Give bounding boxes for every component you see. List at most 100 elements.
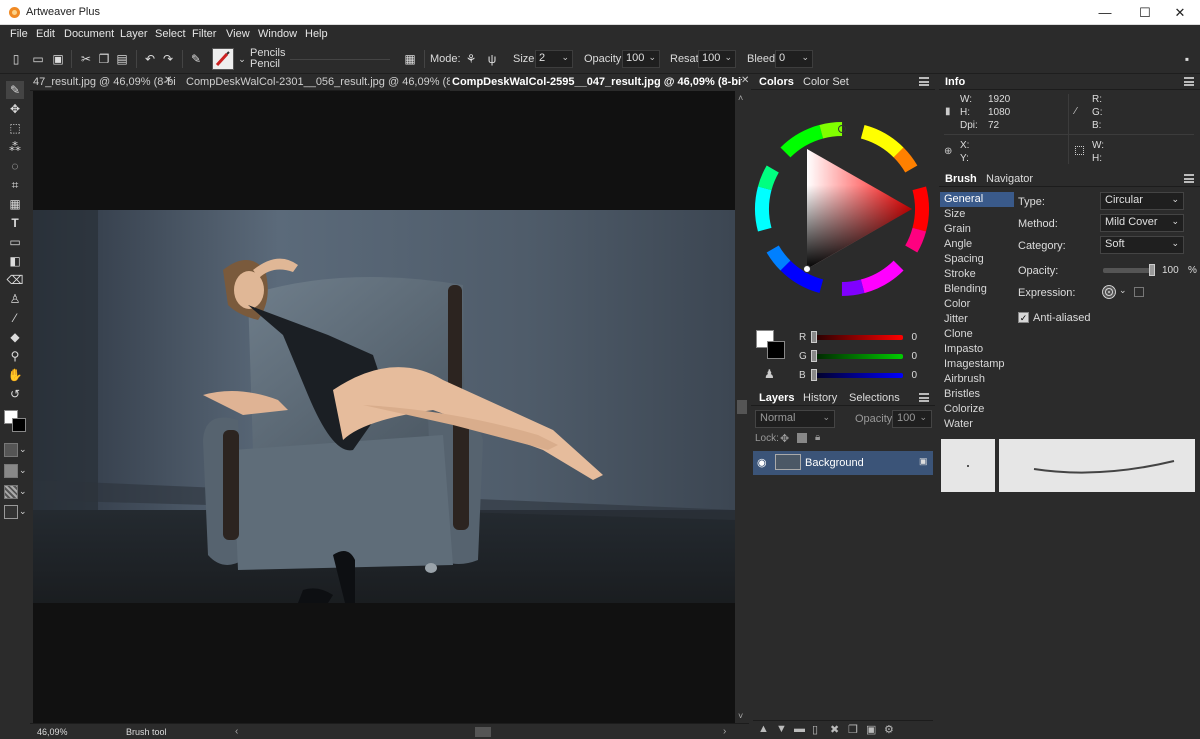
antialiased-checkbox[interactable]: ✓ (1018, 312, 1029, 323)
image-mode-icon[interactable] (4, 505, 18, 519)
hand-icon[interactable]: ✋ (6, 366, 24, 384)
rect-select-icon[interactable]: ⬚ (6, 119, 24, 137)
background-color-swatch[interactable] (12, 418, 26, 432)
brush-category-colorize[interactable]: Colorize (940, 402, 1014, 417)
layer-settings-icon[interactable]: ⚙ (884, 723, 894, 736)
undo-icon[interactable]: ↶ (142, 51, 158, 67)
new-folder-icon[interactable]: ▬ (794, 723, 805, 735)
expression-pen-icon[interactable] (1102, 285, 1116, 299)
brush-category-stroke[interactable]: Stroke (940, 267, 1014, 282)
tab-history[interactable]: History (803, 392, 837, 404)
brush-category-spacing[interactable]: Spacing (940, 252, 1014, 267)
panel-menu-icon[interactable] (1184, 174, 1194, 183)
new-file-icon[interactable]: ▯ (8, 51, 24, 67)
grid-icon[interactable]: ▦ (6, 195, 24, 213)
chevron-down-icon[interactable]: ⌄ (19, 465, 27, 476)
tab-document-1[interactable]: 47_result.jpg @ 46,09% (8-bit) (33, 74, 175, 91)
brush-icon[interactable]: ✎ (6, 81, 24, 99)
brush-category-size[interactable]: Size (940, 207, 1014, 222)
text-icon[interactable]: T (6, 214, 24, 232)
layer-opacity-select[interactable]: 100 ⌄ (892, 410, 932, 428)
menu-file[interactable]: File (10, 28, 28, 40)
save-icon[interactable]: ▣ (50, 51, 66, 67)
brush-category-angle[interactable]: Angle (940, 237, 1014, 252)
menu-window[interactable]: Window (258, 28, 297, 40)
green-slider-thumb[interactable] (811, 350, 817, 362)
canvas-vertical-scrollbar[interactable]: ˄ ˅ (735, 91, 749, 723)
tab-navigator[interactable]: Navigator (986, 173, 1033, 185)
brush-category-water[interactable]: Water (940, 417, 1014, 432)
scroll-down-icon[interactable]: ˅ (738, 711, 743, 721)
brush-tool-icon[interactable]: ✎ (188, 51, 204, 67)
tab-info[interactable]: Info (945, 76, 965, 88)
brush-opacity-slider[interactable] (1103, 268, 1155, 273)
menu-view[interactable]: View (226, 28, 250, 40)
eyedropper-icon[interactable]: ⁄ (6, 309, 24, 327)
open-folder-icon[interactable]: ▭ (30, 51, 46, 67)
red-slider-thumb[interactable] (811, 331, 817, 343)
menu-help[interactable]: Help (305, 28, 328, 40)
chevron-down-icon[interactable]: ⌄ (19, 486, 27, 497)
panel-menu-icon[interactable] (919, 77, 929, 86)
chevron-down-icon[interactable]: ⌄ (234, 51, 250, 67)
brush-category-color[interactable]: Color (940, 297, 1014, 312)
brush-category-clone[interactable]: Clone (940, 327, 1014, 342)
mode-draw-icon[interactable]: ⚘ (463, 51, 479, 67)
brush-category-blending[interactable]: Blending (940, 282, 1014, 297)
eraser-icon[interactable]: ⌫ (6, 271, 24, 289)
scrollbar-thumb[interactable] (737, 400, 747, 414)
expression-settings-icon[interactable] (1134, 287, 1144, 297)
texture-1-icon[interactable] (4, 443, 18, 457)
size-select[interactable]: 2 ⌄ (535, 50, 573, 68)
chat-icon[interactable]: ▪ (1179, 51, 1195, 67)
tab-selections[interactable]: Selections (849, 392, 900, 404)
pattern-icon[interactable] (4, 485, 18, 499)
magic-wand-icon[interactable]: ⁂ (6, 138, 24, 156)
move-icon[interactable]: ✥ (6, 100, 24, 118)
close-icon[interactable]: ✕ (164, 75, 172, 86)
brush-category-grain[interactable]: Grain (940, 222, 1014, 237)
lock-all-icon[interactable]: 🔒︎ (815, 432, 820, 443)
brush-category-bristles[interactable]: Bristles (940, 387, 1014, 402)
brush-category-jitter[interactable]: Jitter (940, 312, 1014, 327)
tab-brush[interactable]: Brush (945, 173, 977, 185)
redo-icon[interactable]: ↷ (160, 51, 176, 67)
brush-settings-icon[interactable]: ▦ (402, 51, 418, 67)
layer-row[interactable]: ◉ Background ▣ (753, 451, 933, 475)
merge-layer-icon[interactable]: ▣ (866, 723, 876, 736)
panel-menu-icon[interactable] (919, 393, 929, 402)
brush-method-select[interactable]: Mild Cover ⌄ (1100, 214, 1184, 232)
minimize-button[interactable]: — (1085, 0, 1125, 25)
brush-preview-icon[interactable] (212, 48, 234, 70)
paint-bucket-icon[interactable]: ◆ (6, 328, 24, 346)
move-layer-up-icon[interactable]: ▲ (758, 723, 769, 735)
brush-type-select[interactable]: Circular ⌄ (1100, 192, 1184, 210)
duplicate-layer-icon[interactable]: ❐ (848, 723, 858, 736)
menu-edit[interactable]: Edit (36, 28, 55, 40)
brush-category-general[interactable]: General (940, 192, 1014, 207)
layer-name[interactable]: Background (805, 457, 864, 469)
new-layer-icon[interactable]: ▯ (812, 723, 818, 736)
stamp-icon[interactable]: ♙ (6, 290, 24, 308)
lasso-icon[interactable]: ◌ (6, 157, 24, 175)
menu-layer[interactable]: Layer (120, 28, 148, 40)
copy-icon[interactable]: ❐ (96, 51, 112, 67)
scroll-left-icon[interactable]: ‹ (235, 726, 238, 737)
tab-document-3[interactable]: CompDeskWalCol-2595__047_result.jpg @ 46… (450, 74, 742, 91)
blue-value[interactable]: 0 (895, 370, 917, 384)
scroll-right-icon[interactable]: › (723, 726, 726, 737)
maximize-button[interactable]: ☐ (1125, 0, 1165, 25)
tab-colors[interactable]: Colors (759, 76, 794, 88)
brush-opacity-slider-thumb[interactable] (1149, 264, 1155, 276)
shape-icon[interactable]: ▭ (6, 233, 24, 251)
chevron-down-icon[interactable]: ⌄ (19, 444, 27, 455)
brush-category-select[interactable]: Soft ⌄ (1100, 236, 1184, 254)
chevron-down-icon[interactable]: ⌄ (1119, 285, 1127, 296)
color-wheel[interactable] (753, 120, 931, 298)
blue-slider[interactable] (813, 373, 903, 378)
lock-position-icon[interactable]: ✥ (780, 432, 789, 445)
green-value[interactable]: 0 (895, 351, 917, 365)
cut-icon[interactable]: ✂ (78, 51, 94, 67)
horizontal-scrollbar-thumb[interactable] (475, 727, 491, 737)
document-image[interactable] (33, 210, 735, 603)
